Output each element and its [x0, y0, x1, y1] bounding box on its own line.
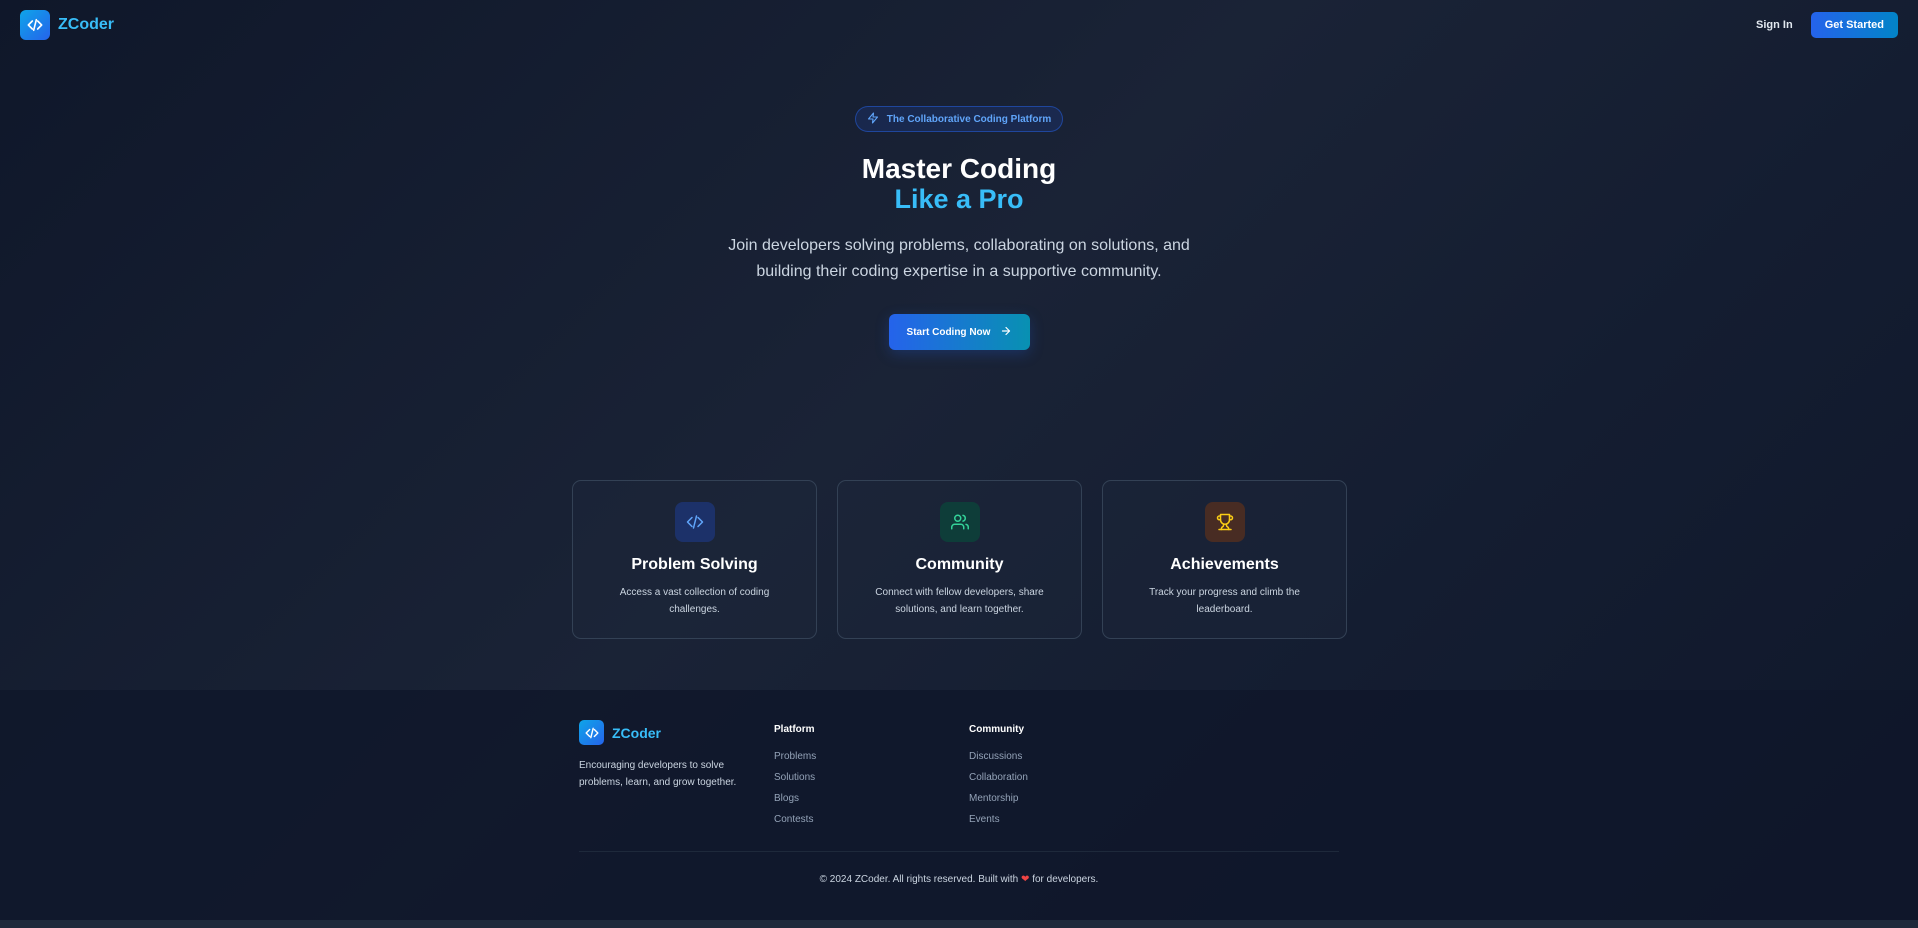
feature-card-achievements: Achievements Track your progress and cli… [1102, 480, 1347, 639]
footer-link-solutions[interactable]: Solutions [774, 767, 816, 788]
trophy-icon [1204, 502, 1245, 542]
footer-tagline: Encouraging developers to solve problems… [579, 760, 737, 788]
top-nav: ZCoder Sign In Get Started [0, 0, 1918, 50]
platform-badge: The Collaborative Coding Platform [855, 106, 1063, 132]
footer-col-platform: Platform Problems Solutions Blogs Contes… [774, 720, 816, 830]
code-icon [20, 10, 50, 40]
get-started-button[interactable]: Get Started [1810, 12, 1898, 38]
users-icon [939, 502, 980, 542]
bottom-bar [0, 920, 1918, 928]
code-icon [674, 502, 715, 542]
footer-col-title: Community [969, 724, 1024, 735]
hero-subtitle: Join developers solving problems, collab… [728, 237, 1190, 280]
feature-description: Track your progress and climb the leader… [1149, 587, 1300, 615]
feature-description: Connect with fellow developers, share so… [875, 587, 1044, 615]
feature-title: Community [915, 556, 1004, 573]
footer-brand[interactable]: ZCoder [579, 720, 661, 745]
copyright: © 2024 ZCoder. All rights reserved. Buil… [0, 874, 1918, 885]
arrow-right-icon [1000, 325, 1012, 340]
start-coding-button[interactable]: Start Coding Now [889, 314, 1030, 350]
footer-link-problems[interactable]: Problems [774, 746, 816, 767]
brand-name: ZCoder [58, 16, 114, 33]
copyright-prefix: © 2024 ZCoder. All rights reserved. Buil… [819, 874, 1019, 885]
feature-title: Achievements [1170, 556, 1279, 573]
footer-link-discussions[interactable]: Discussions [969, 746, 1028, 767]
footer-link-collaboration[interactable]: Collaboration [969, 767, 1028, 788]
heart-icon: ❤ [1021, 874, 1030, 885]
hero-title-line2: Like a Pro [894, 184, 1024, 214]
brand-logo[interactable]: ZCoder [20, 10, 114, 40]
sign-in-button[interactable]: Sign In [1748, 13, 1801, 37]
footer-link-mentorship[interactable]: Mentorship [969, 788, 1028, 809]
footer-brand-name: ZCoder [612, 724, 661, 741]
lightning-icon [867, 111, 879, 127]
footer-col-community: Community Discussions Collaboration Ment… [969, 720, 1028, 830]
header-actions: Sign In Get Started [1748, 12, 1898, 38]
footer-link-contests[interactable]: Contests [774, 809, 816, 830]
footer-col-title: Platform [774, 724, 815, 735]
footer-link-blogs[interactable]: Blogs [774, 788, 816, 809]
cta-label: Start Coding Now [906, 326, 991, 338]
badge-label: The Collaborative Coding Platform [886, 113, 1052, 125]
footer-link-events[interactable]: Events [969, 809, 1028, 830]
copyright-suffix: for developers. [1032, 874, 1099, 885]
feature-card-community: Community Connect with fellow developers… [837, 480, 1082, 639]
code-icon [579, 720, 604, 745]
footer: ZCoder Encouraging developers to solve p… [0, 690, 1918, 920]
feature-description: Access a vast collection of coding chall… [619, 587, 770, 615]
feature-title: Problem Solving [631, 556, 758, 573]
footer-divider [579, 851, 1339, 852]
hero-title-line1: Master Coding [861, 153, 1057, 184]
feature-card-problem-solving: Problem Solving Access a vast collection… [572, 480, 817, 639]
